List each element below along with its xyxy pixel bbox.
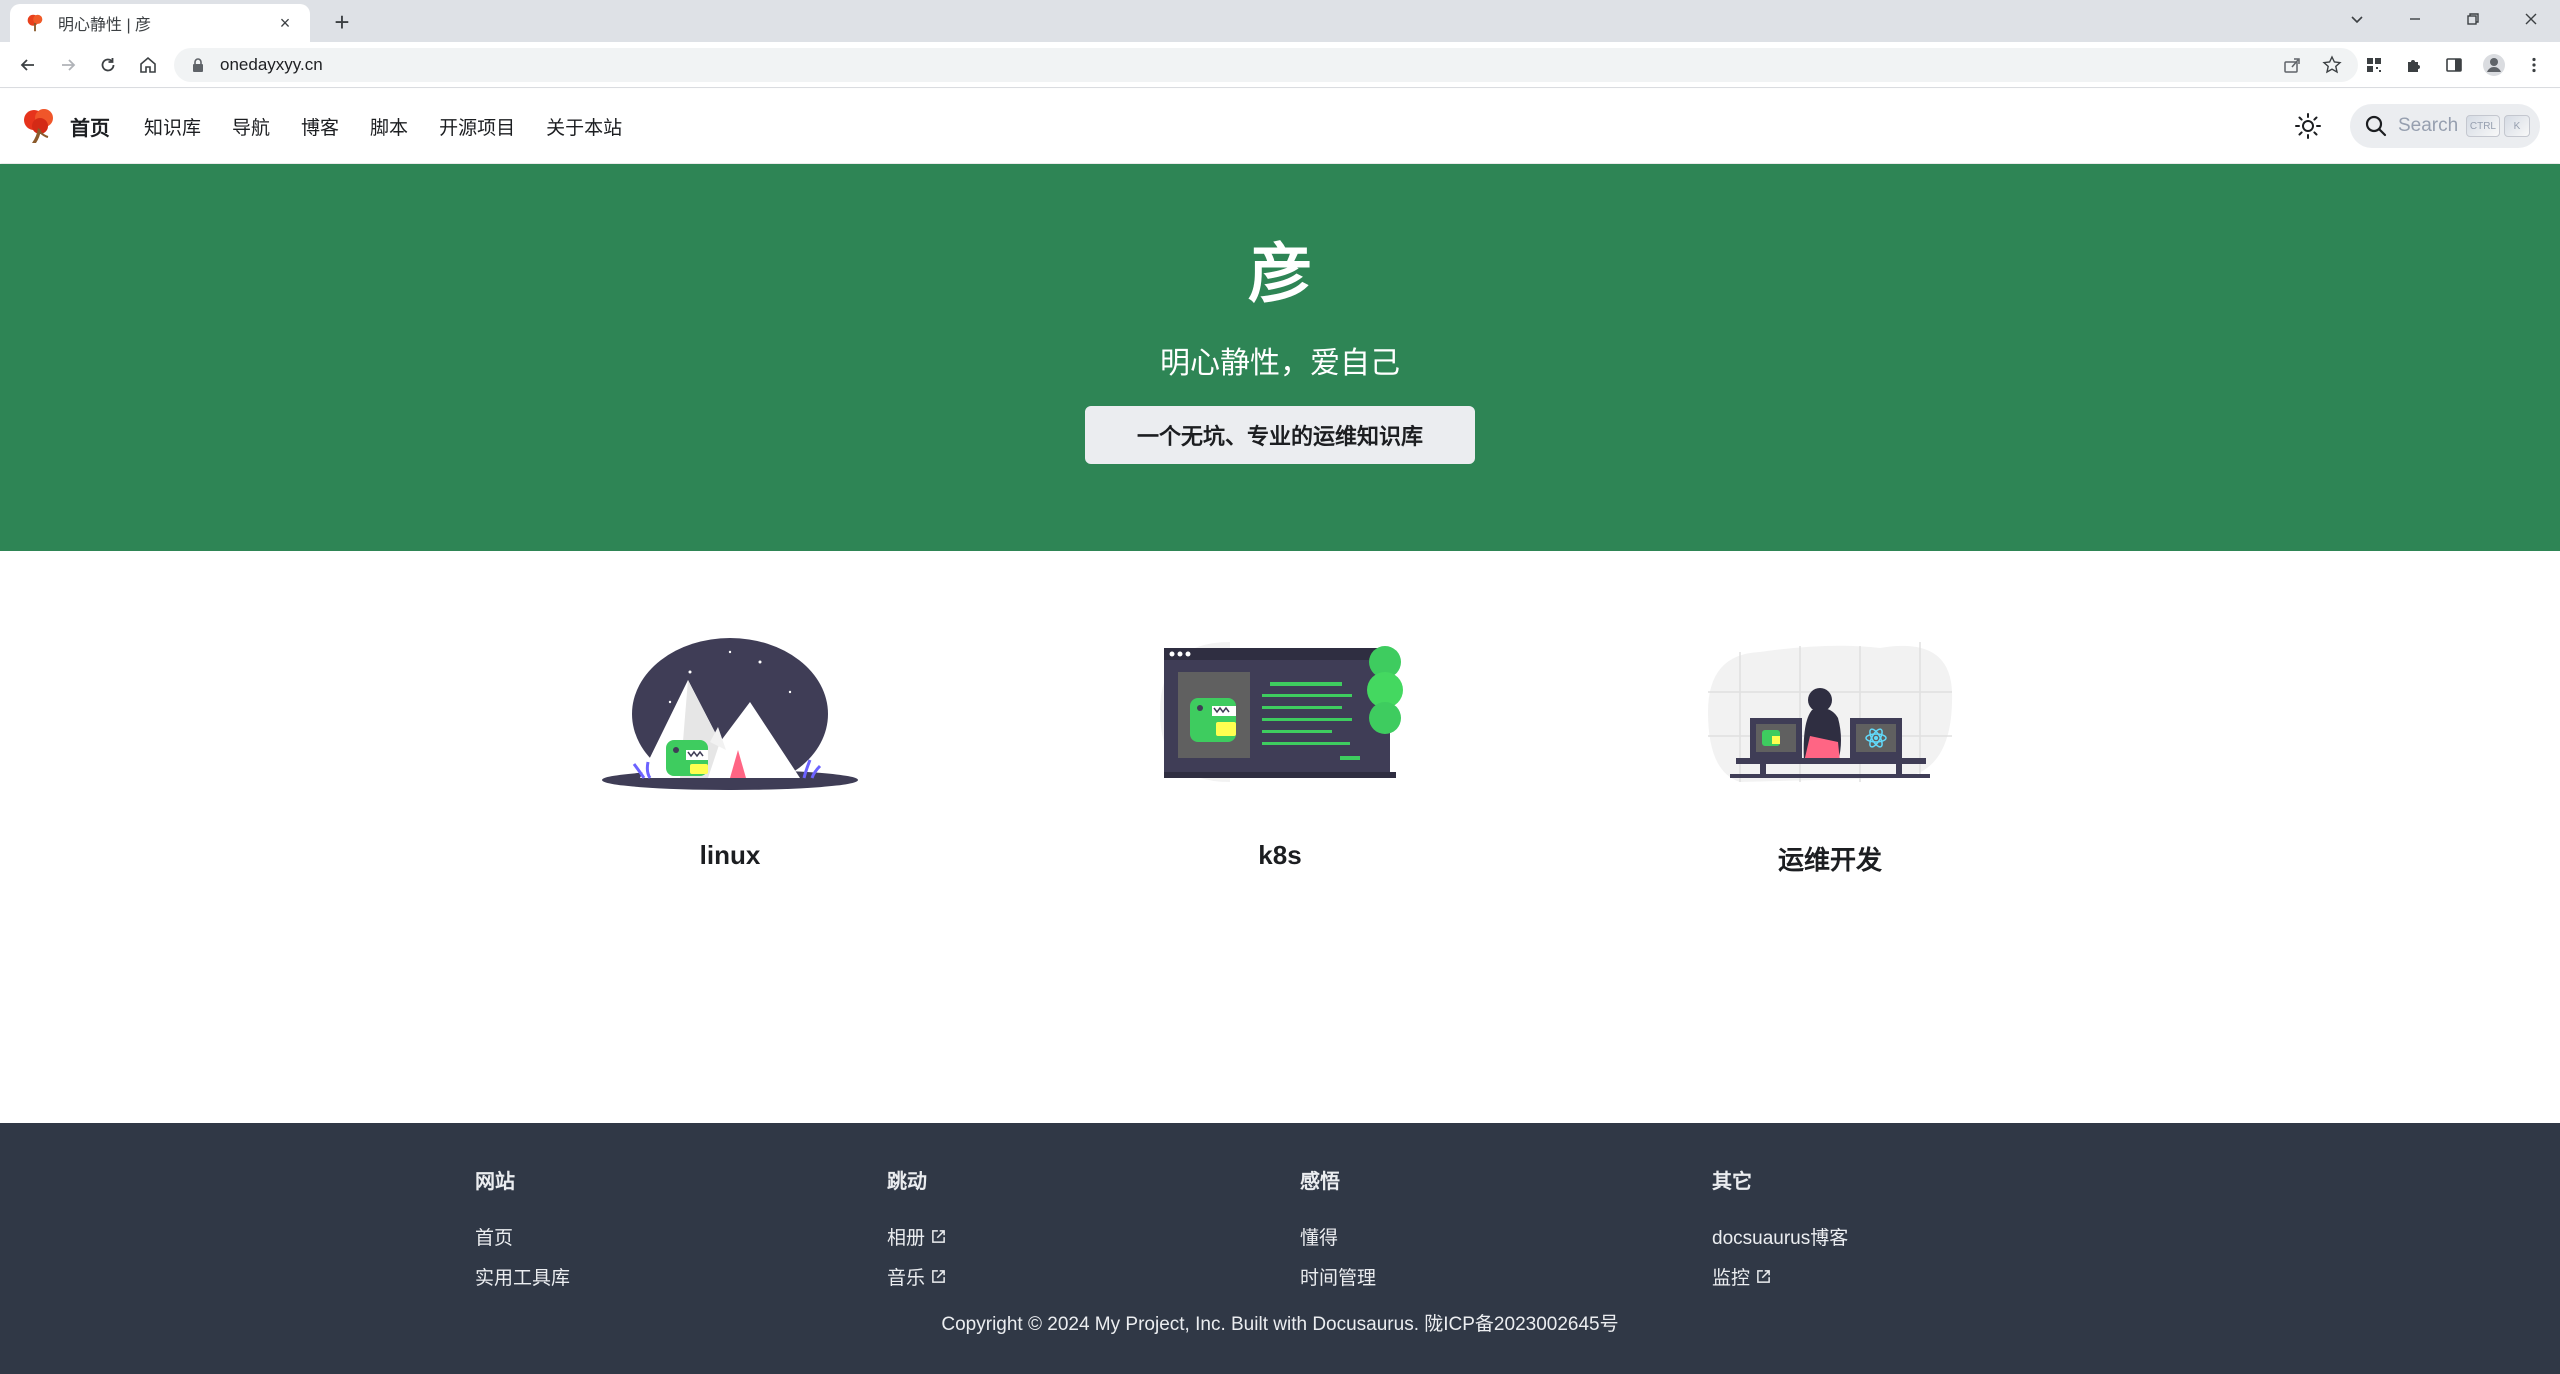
footer-link-music[interactable]: 音乐 [887, 1256, 946, 1296]
navbar-right: Search CTRL K [2288, 104, 2540, 148]
back-icon[interactable] [12, 49, 44, 81]
feature-title-linux: linux [699, 840, 761, 870]
address-bar[interactable]: onedayxyy.cn [174, 48, 2358, 82]
site-favicon-icon [27, 14, 43, 32]
close-window-icon[interactable] [2502, 0, 2560, 38]
footer-column-title: 其它 [1712, 1171, 1752, 1193]
nav-item-open-source[interactable]: 开源项目 [439, 113, 515, 140]
footer-link-label: 时间管理 [1300, 1267, 1377, 1289]
footer-copyright: Copyright © 2024 My Project, Inc. Built … [941, 1314, 1619, 1335]
search-placeholder: Search [2398, 115, 2459, 136]
footer-column-insight: 感悟 懂得 时间管理 [1300, 1165, 1376, 1296]
tree-logo-icon [24, 109, 53, 143]
external-link-icon [1757, 1269, 1770, 1283]
footer-column-title: 感悟 [1300, 1171, 1340, 1193]
restore-icon[interactable] [2444, 0, 2502, 38]
feature-card-k8s: k8s [1110, 632, 1450, 871]
footer-column-title: 跳动 [887, 1171, 927, 1193]
browser-tab[interactable]: 明心静性 | 彦 × [10, 4, 310, 42]
theme-toggle-button[interactable] [2288, 106, 2328, 146]
sun-icon [2295, 113, 2321, 139]
nav-item-blog[interactable]: 博客 [301, 113, 339, 140]
hero-subtitle: 明心静性，爱自己 [1160, 347, 1400, 380]
puzzle-extensions-icon[interactable] [2398, 49, 2430, 81]
footer-column-website: 网站 首页 实用工具库 [475, 1165, 570, 1296]
features-section: linux k8s 运维开发 [0, 552, 2560, 1122]
side-panel-icon[interactable] [2438, 49, 2470, 81]
footer-link-understand[interactable]: 懂得 [1300, 1216, 1376, 1256]
brand-title: 首页 [70, 117, 110, 140]
mountains-dino-illustration-icon [602, 638, 858, 790]
forward-icon[interactable] [52, 49, 84, 81]
feature-title-devops: 运维开发 [1777, 845, 1882, 875]
footer-link-monitor[interactable]: 监控 [1712, 1256, 1848, 1296]
navbar-brand[interactable]: 首页 [20, 106, 110, 146]
footer-link-label: 相册 [887, 1227, 926, 1249]
footer-link-label: 音乐 [887, 1267, 926, 1289]
footer-link-docusaurus-blog[interactable]: docsuaurus博客 [1712, 1216, 1848, 1256]
footer-column-beat: 跳动 相册 音乐 [887, 1165, 946, 1296]
site-footer: 网站 首页 实用工具库 跳动 相册 音乐 感悟 懂得 时间管理 其它 docsu… [0, 1123, 2560, 1374]
qr-code-icon[interactable] [2358, 49, 2390, 81]
tab-title: 明心静性 | 彦 [58, 17, 152, 34]
nav-item-knowledge-base[interactable]: 知识库 [144, 113, 201, 140]
hero-banner: 彦 明心静性，爱自己 一个无坑、专业的运维知识库 [0, 164, 2560, 551]
url-text: onedayxyy.cn [220, 55, 323, 74]
new-tab-button[interactable]: + [326, 6, 358, 38]
footer-column-other: 其它 docsuaurus博客 监控 [1712, 1165, 1848, 1296]
tab-close-icon[interactable]: × [274, 13, 296, 34]
browser-tab-strip: 明心静性 | 彦 × + [0, 0, 2560, 42]
nav-item-navigation[interactable]: 导航 [232, 113, 270, 140]
feature-card-devops: 运维开发 [1660, 632, 2000, 877]
footer-link-label: 首页 [475, 1227, 514, 1249]
share-icon[interactable] [2282, 55, 2302, 75]
bookmark-star-icon[interactable] [2322, 55, 2342, 75]
hero-cta-button[interactable]: 一个无坑、专业的运维知识库 [1085, 406, 1475, 464]
external-link-icon [932, 1269, 945, 1283]
footer-link-label: 监控 [1712, 1267, 1751, 1289]
feature-card-linux: linux [560, 632, 900, 871]
nav-item-scripts[interactable]: 脚本 [370, 113, 408, 140]
footer-column-title: 网站 [475, 1171, 515, 1193]
minimize-icon[interactable] [2386, 0, 2444, 38]
footer-link-label: 懂得 [1300, 1227, 1339, 1249]
extension-icons [2358, 49, 2550, 81]
footer-link-label: docsuaurus博客 [1712, 1227, 1849, 1249]
external-link-icon [932, 1229, 945, 1243]
browser-dino-illustration-icon [1160, 642, 1403, 782]
site-navbar: 首页 知识库 导航 博客 脚本 开源项目 关于本站 Search CTRL K [0, 89, 2560, 163]
kbd-k: K [2504, 115, 2530, 137]
profile-avatar-icon[interactable] [2478, 49, 2510, 81]
home-icon[interactable] [132, 49, 164, 81]
lock-icon [193, 58, 203, 72]
developer-react-illustration-icon [1708, 642, 1953, 782]
footer-link-label: 实用工具库 [475, 1267, 571, 1289]
tab-search-icon[interactable] [2328, 0, 2386, 38]
hero-title: 彦 [1248, 238, 1312, 310]
footer-link-album[interactable]: 相册 [887, 1216, 946, 1256]
footer-link-home[interactable]: 首页 [475, 1216, 570, 1256]
search-button[interactable]: Search CTRL K [2350, 104, 2540, 148]
window-controls [2328, 0, 2560, 38]
search-icon [2365, 115, 2387, 137]
chrome-menu-icon[interactable] [2518, 49, 2550, 81]
nav-item-about[interactable]: 关于本站 [546, 113, 622, 140]
footer-link-tools[interactable]: 实用工具库 [475, 1256, 570, 1296]
kbd-ctrl: CTRL [2465, 115, 2500, 137]
browser-toolbar: onedayxyy.cn [0, 42, 2560, 88]
reload-icon[interactable] [92, 49, 124, 81]
footer-link-time-management[interactable]: 时间管理 [1300, 1256, 1376, 1296]
feature-title-k8s: k8s [1258, 840, 1302, 870]
